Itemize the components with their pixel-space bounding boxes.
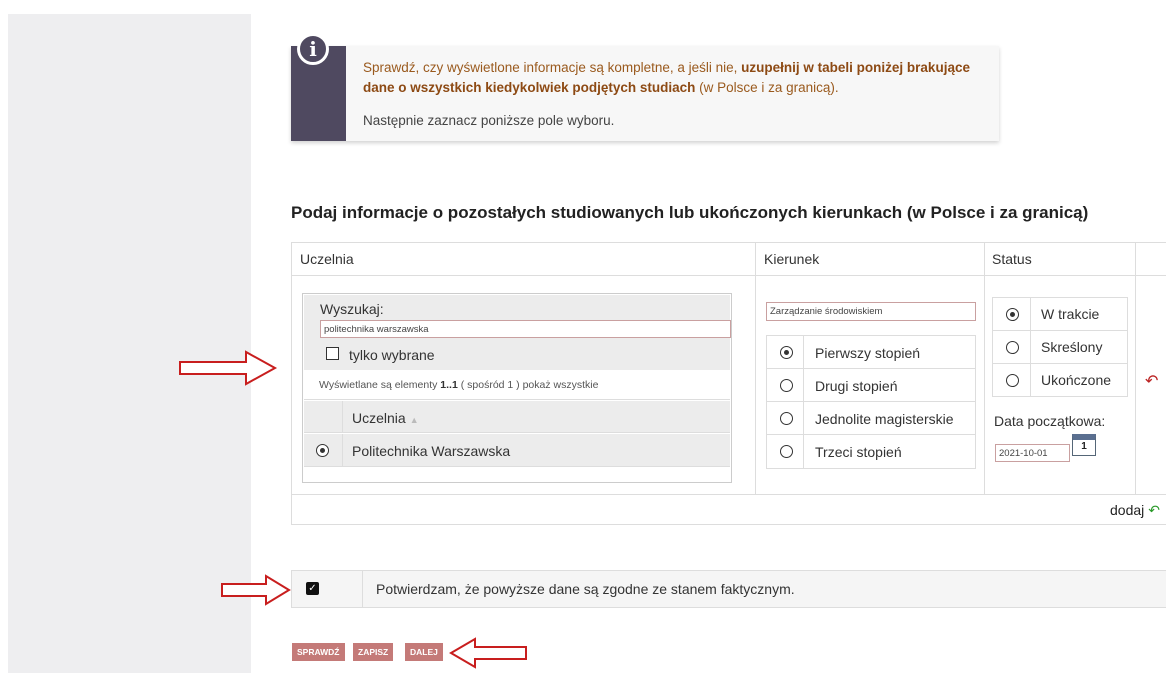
degree-level-list: Pierwszy stopień Drugi stopień Jednolite… (766, 335, 976, 469)
degree-radio[interactable] (780, 445, 793, 458)
field-of-study-input[interactable] (766, 302, 976, 321)
save-button[interactable]: ZAPISZ (353, 643, 394, 661)
column-divider (755, 243, 756, 494)
studies-table: Uczelnia Kierunek Status Wyszukaj: tylko… (291, 242, 1166, 525)
table-row[interactable]: Politechnika Warszawska (304, 434, 730, 467)
degree-option-third[interactable]: Trzeci stopień (767, 435, 975, 468)
results-header-uczelnia[interactable]: Uczelnia ▲ (352, 410, 419, 426)
annotation-arrow-icon (221, 574, 291, 606)
annotation-arrow-icon (449, 637, 527, 669)
results-column-divider (342, 401, 343, 432)
degree-label: Jednolite magisterskie (815, 411, 954, 427)
results-info: Wyświetlane są elementy 1..1 ( spośród 1… (304, 370, 730, 400)
university-search-panel: Wyszukaj: tylko wybrane Wyświetlane są e… (302, 293, 732, 483)
results-header-label: Uczelnia (352, 410, 406, 426)
degree-radio[interactable] (780, 346, 793, 359)
add-icon: ↶ (1148, 502, 1160, 518)
annotation-arrow-icon (179, 350, 278, 386)
info-icon: i (297, 33, 329, 65)
start-date-label: Data początkowa: (994, 413, 1106, 429)
info-text-after: (w Polsce i za granicą). (695, 80, 839, 95)
row-divider (292, 494, 1166, 495)
header-status: Status (992, 251, 1032, 267)
confirm-row: ✓ Potwierdzam, że powyższe dane są zgodn… (291, 570, 1166, 608)
start-date-input[interactable] (995, 444, 1070, 462)
degree-option-unified[interactable]: Jednolite magisterskie (767, 402, 975, 435)
sort-asc-icon: ▲ (409, 415, 419, 425)
column-divider (984, 243, 985, 494)
add-label: dodaj (1110, 502, 1145, 518)
status-option-in-progress[interactable]: W trakcie (993, 298, 1127, 331)
left-sidebar-panel (8, 14, 251, 673)
results-column-divider (342, 434, 343, 466)
add-button[interactable]: dodaj ↶ (1110, 502, 1160, 519)
confirm-checkbox[interactable]: ✓ (306, 582, 319, 595)
search-header: Wyszukaj: tylko wybrane (304, 295, 731, 370)
info-box: Sprawdź, czy wyświetlone informacje są k… (291, 46, 999, 141)
university-name: Politechnika Warszawska (352, 443, 511, 459)
only-selected-checkbox[interactable] (326, 347, 339, 360)
degree-label: Drugi stopień (815, 378, 898, 394)
search-label: Wyszukaj: (320, 301, 384, 317)
only-selected-label: tylko wybrane (349, 347, 435, 363)
status-radio[interactable] (1006, 341, 1019, 354)
degree-label: Trzeci stopień (815, 444, 902, 460)
degree-label: Pierwszy stopień (815, 345, 921, 361)
header-kierunek: Kierunek (764, 251, 820, 267)
table-header-row: Uczelnia Kierunek Status (292, 243, 1166, 276)
check-button[interactable]: SPRAWDŹ (292, 643, 345, 661)
calendar-icon[interactable]: 1 (1072, 434, 1096, 456)
status-radio[interactable] (1006, 374, 1019, 387)
header-uczelnia: Uczelnia (300, 251, 354, 267)
undo-remove-icon[interactable]: ↶ (1145, 371, 1158, 391)
results-header-row: Uczelnia ▲ (304, 401, 730, 433)
status-option-removed[interactable]: Skreślony (993, 331, 1127, 364)
info-text-before: Sprawdź, czy wyświetlone informacje są k… (363, 60, 742, 75)
next-button[interactable]: DALEJ (405, 643, 443, 661)
degree-radio[interactable] (780, 379, 793, 392)
info-message: Sprawdź, czy wyświetlone informacje są k… (363, 58, 983, 98)
results-range: 1..1 (440, 379, 458, 391)
status-label: Ukończone (1041, 372, 1112, 388)
degree-radio[interactable] (780, 412, 793, 425)
column-divider (1135, 243, 1136, 494)
university-radio[interactable] (316, 444, 329, 457)
status-option-completed[interactable]: Ukończone (993, 364, 1127, 397)
status-list: W trakcie Skreślony Ukończone (992, 297, 1128, 397)
status-label: W trakcie (1041, 306, 1100, 322)
university-search-input[interactable] (320, 320, 731, 338)
confirm-divider (362, 571, 363, 607)
section-title: Podaj informacje o pozostałych studiowan… (291, 203, 1089, 222)
status-radio[interactable] (1006, 308, 1019, 321)
info-message-2: Następnie zaznacz poniższe pole wyboru. (363, 113, 615, 128)
show-all-text[interactable]: ( spośród 1 ) pokaż wszystkie (458, 379, 599, 391)
degree-option-first[interactable]: Pierwszy stopień (767, 336, 975, 369)
status-label: Skreślony (1041, 339, 1103, 355)
degree-option-second[interactable]: Drugi stopień (767, 369, 975, 402)
results-info-text: Wyświetlane są elementy (319, 379, 441, 391)
confirm-text: Potwierdzam, że powyższe dane są zgodne … (376, 581, 795, 597)
